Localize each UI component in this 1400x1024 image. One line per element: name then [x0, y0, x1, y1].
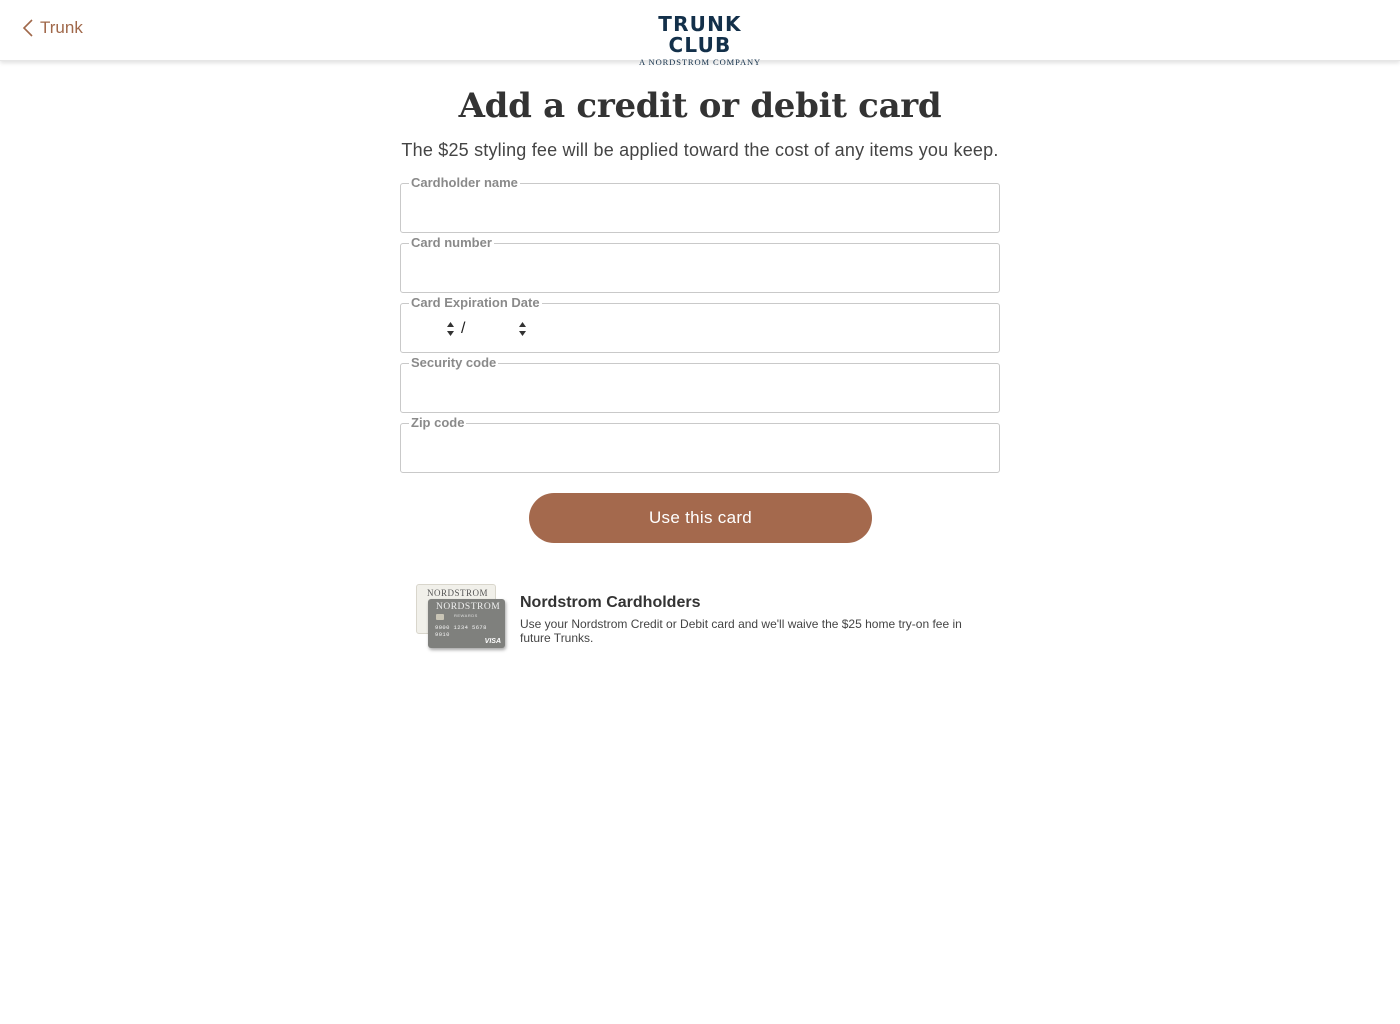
cardholder-name-label: Cardholder name	[409, 175, 520, 191]
nordstrom-cards-image: NORDSTROM NORDSTROM REWARDS 9000 1234 56…	[415, 583, 507, 651]
select-arrows-icon	[446, 321, 455, 337]
page-title: Add a credit or debit card	[458, 86, 942, 126]
expiration-separator: /	[461, 320, 466, 337]
card-back-brand: NORDSTROM	[427, 588, 489, 598]
security-code-input[interactable]	[411, 376, 989, 402]
card-front-brand: NORDSTROM	[436, 602, 501, 612]
card-front-sub: REWARDS	[454, 613, 478, 618]
zip-code-field[interactable]: Zip code	[400, 415, 1000, 473]
card-expiration-label: Card Expiration Date	[409, 295, 542, 311]
logo-tagline: A NORDSTROM COMPANY	[638, 57, 762, 67]
card-number-label: Card number	[409, 235, 494, 251]
zip-code-input[interactable]	[411, 436, 989, 462]
trunk-club-logo[interactable]: TRUNK CLUB A NORDSTROM COMPANY	[630, 14, 770, 68]
select-arrows-icon	[518, 321, 527, 337]
card-number-field[interactable]: Card number	[400, 235, 1000, 293]
chevron-left-icon	[22, 19, 34, 37]
promo-title: Nordstrom Cardholders	[520, 594, 701, 611]
security-code-field[interactable]: Security code	[400, 355, 1000, 413]
visa-logo: VISA	[484, 638, 501, 645]
zip-code-label: Zip code	[409, 415, 467, 431]
page-subtitle: The $25 styling fee will be applied towa…	[401, 140, 999, 160]
expiration-month-select[interactable]	[415, 318, 455, 340]
card-number-input[interactable]	[411, 256, 989, 282]
cardholder-name-field[interactable]: Cardholder name	[400, 175, 1000, 233]
expiration-year-select[interactable]	[471, 318, 527, 340]
logo-wordmark: TRUNK CLUB	[658, 12, 742, 57]
top-navigation-bar: Trunk TRUNK CLUB A NORDSTROM COMPANY	[0, 0, 1400, 67]
back-link-label: Trunk	[40, 18, 83, 37]
cardholder-name-input[interactable]	[411, 196, 989, 222]
use-this-card-button[interactable]: Use this card	[529, 493, 872, 543]
expiration-selects: /	[415, 318, 527, 340]
card-chip-icon	[436, 614, 444, 620]
promo-text: Use your Nordstrom Credit or Debit card …	[520, 617, 962, 645]
card-expiration-field: Card Expiration Date /	[400, 295, 1000, 353]
card-front-number: 9000 1234 5678 9010	[435, 624, 487, 638]
security-code-label: Security code	[409, 355, 499, 371]
nordstrom-card-front: NORDSTROM REWARDS 9000 1234 5678 9010 VI…	[428, 599, 505, 648]
back-to-trunk-link[interactable]: Trunk	[22, 18, 83, 38]
